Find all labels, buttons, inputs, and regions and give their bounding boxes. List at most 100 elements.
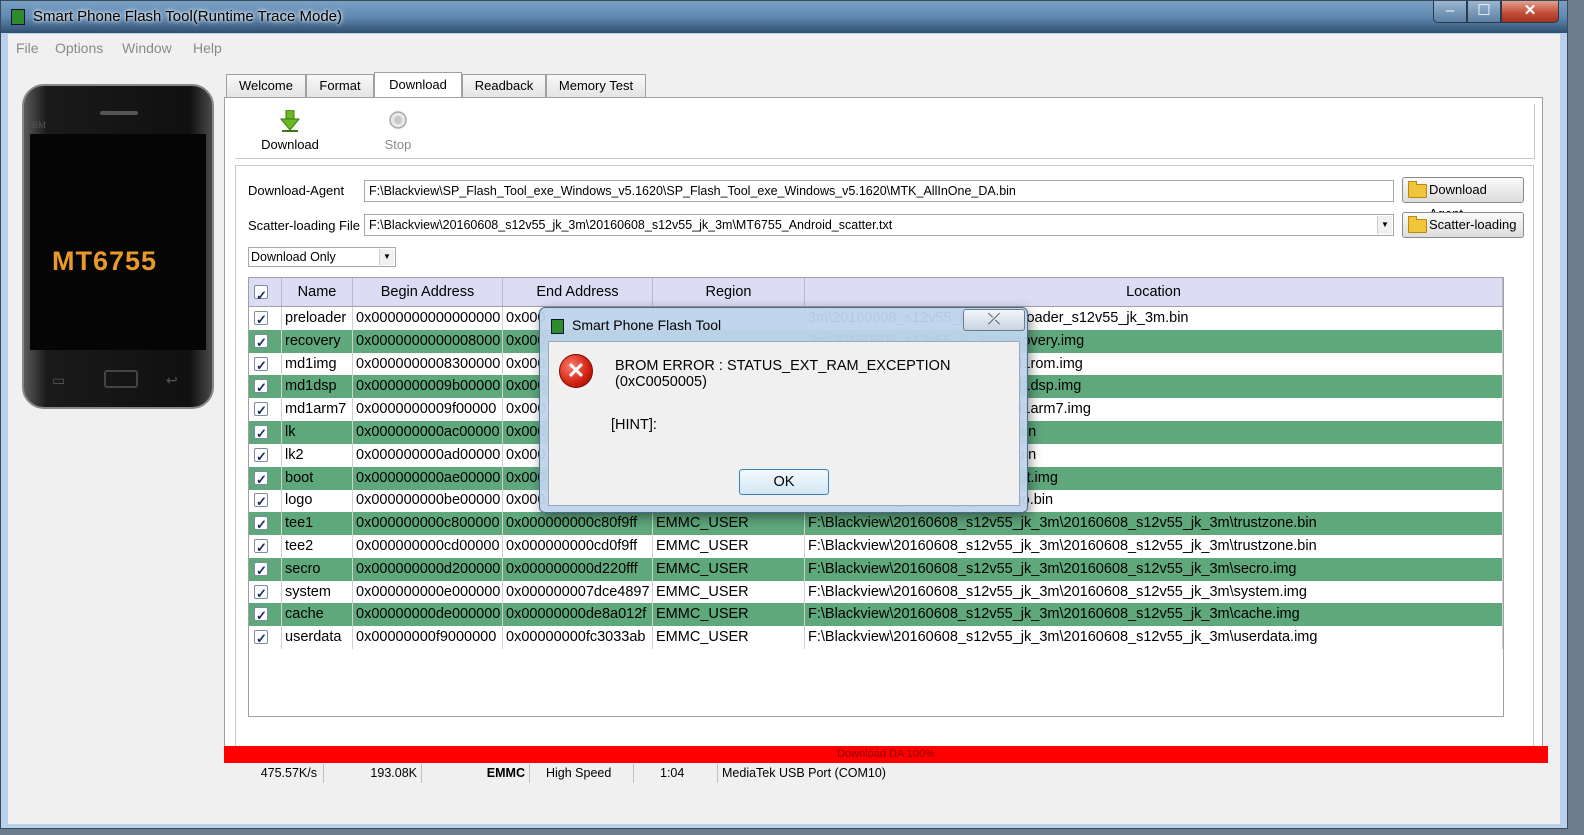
folder-icon <box>1408 216 1427 233</box>
download-button[interactable]: Download <box>255 110 325 156</box>
stop-button[interactable]: Stop <box>363 110 433 156</box>
select-all-header[interactable] <box>249 278 282 310</box>
status-speed: 475.57K/s <box>224 764 324 783</box>
header-begin-address[interactable]: Begin Address <box>353 278 503 306</box>
header-name[interactable]: Name <box>282 278 353 306</box>
ok-button[interactable]: OK <box>739 469 829 495</box>
menu-file[interactable]: File <box>16 40 39 56</box>
row-checkbox-cell <box>249 421 282 444</box>
back-key-icon: ↩ <box>166 372 178 388</box>
download-mode-select[interactable]: Download Only ▼ <box>248 247 396 267</box>
minimize-button[interactable]: – <box>1433 1 1467 23</box>
cell-location: F:\Blackview\20160608_s12v55_jk_3m\20160… <box>805 603 1503 627</box>
cell-name: md1img <box>282 352 353 376</box>
cell-region: EMMC_USER <box>653 603 805 627</box>
header-region[interactable]: Region <box>653 278 805 306</box>
row-checkbox-cell <box>249 489 282 513</box>
hint-label: [HINT]: <box>611 417 657 433</box>
cell-begin: 0x000000000d200000 <box>353 557 503 581</box>
menu-options[interactable]: Options <box>55 40 103 56</box>
phone-brand: BM <box>32 120 47 130</box>
row-checkbox[interactable] <box>254 490 268 512</box>
row-checkbox[interactable] <box>254 331 268 353</box>
cell-begin: 0x000000000e000000 <box>353 580 503 604</box>
cell-begin: 0x0000000000008000 <box>353 329 503 353</box>
cell-name: md1arm7 <box>282 398 353 422</box>
dialog-title: Smart Phone Flash Tool <box>572 317 722 333</box>
header-location[interactable]: Location <box>805 278 1503 306</box>
menu-help[interactable]: Help <box>193 40 222 56</box>
cell-begin: 0x000000000ae00000 <box>353 466 503 490</box>
menu-window[interactable]: Window <box>122 40 172 56</box>
tab-download[interactable]: Download <box>374 72 462 98</box>
cell-end: 0x00000000de8a012f <box>503 603 653 627</box>
download-arrow-icon <box>280 110 300 132</box>
row-checkbox[interactable] <box>254 376 268 398</box>
menu-bar: File Options Window Help <box>8 34 1560 60</box>
row-checkbox[interactable] <box>254 604 268 626</box>
maximize-button[interactable]: ☐ <box>1467 1 1501 23</box>
row-checkbox[interactable] <box>254 354 268 376</box>
cell-begin: 0x00000000f9000000 <box>353 626 503 650</box>
cell-begin: 0x000000000c800000 <box>353 512 503 536</box>
row-checkbox-cell <box>249 398 282 422</box>
home-key-icon <box>104 370 138 388</box>
tab-format[interactable]: Format <box>306 74 374 97</box>
table-row[interactable]: tee20x000000000cd000000x000000000cd0f9ff… <box>249 535 1503 558</box>
cell-location: F:\Blackview\20160608_s12v55_jk_3m\20160… <box>805 580 1503 604</box>
table-row[interactable]: tee10x000000000c8000000x000000000c80f9ff… <box>249 512 1503 536</box>
cell-name: logo <box>282 489 353 513</box>
table-row[interactable]: secro0x000000000d2000000x000000000d220ff… <box>249 557 1503 581</box>
toolbar: Download Stop <box>235 104 1535 159</box>
table-row[interactable]: userdata0x00000000f90000000x00000000fc30… <box>249 626 1503 650</box>
row-checkbox[interactable] <box>254 627 268 649</box>
row-checkbox[interactable] <box>254 399 268 421</box>
cell-begin: 0x0000000000000000 <box>353 307 503 330</box>
row-checkbox-cell <box>249 580 282 604</box>
table-row[interactable]: system0x000000000e0000000x000000007dce48… <box>249 580 1503 604</box>
scatter-file-combo[interactable]: F:\Blackview\20160608_s12v55_jk_3m\20160… <box>364 214 1394 236</box>
table-row[interactable]: cache0x00000000de0000000x00000000de8a012… <box>249 603 1503 627</box>
row-checkbox[interactable] <box>254 559 268 581</box>
row-checkbox[interactable] <box>254 445 268 467</box>
row-checkbox[interactable] <box>254 468 268 490</box>
cell-name: tee1 <box>282 512 353 536</box>
cell-end: 0x00000000fc3033ab <box>503 626 653 650</box>
chevron-down-icon[interactable]: ▼ <box>1377 216 1392 234</box>
download-agent-field[interactable]: F:\Blackview\SP_Flash_Tool_exe_Windows_v… <box>364 180 1394 202</box>
row-checkbox[interactable] <box>254 422 268 444</box>
row-checkbox-cell <box>249 375 282 399</box>
cell-name: system <box>282 580 353 604</box>
progress-bar: Download DA 100% <box>224 746 1548 763</box>
row-checkbox[interactable] <box>254 513 268 535</box>
select-all-checkbox[interactable] <box>254 282 268 310</box>
row-checkbox[interactable] <box>254 308 268 330</box>
row-checkbox-cell <box>249 557 282 581</box>
title-bar[interactable]: Smart Phone Flash Tool(Runtime Trace Mod… <box>1 1 1567 33</box>
tab-readback[interactable]: Readback <box>462 74 546 97</box>
cell-begin: 0x0000000009f00000 <box>353 398 503 422</box>
row-checkbox-cell <box>249 512 282 536</box>
cell-begin: 0x000000000cd00000 <box>353 535 503 558</box>
cell-region: EMMC_USER <box>653 557 805 581</box>
download-agent-button[interactable]: Download Agent <box>1402 177 1524 221</box>
cell-begin: 0x000000000ac00000 <box>353 421 503 444</box>
header-end-address[interactable]: End Address <box>503 278 653 306</box>
folder-icon <box>1408 181 1427 198</box>
cell-region: EMMC_USER <box>653 535 805 558</box>
close-button[interactable]: ✕ <box>1501 1 1559 23</box>
scatter-file-value: F:\Blackview\20160608_s12v55_jk_3m\20160… <box>369 218 893 232</box>
row-checkbox[interactable] <box>254 536 268 558</box>
progress-label: Download DA 100% <box>837 748 935 760</box>
tab-memory-test[interactable]: Memory Test <box>546 74 646 97</box>
download-label: Download <box>261 137 319 152</box>
stop-label: Stop <box>384 137 412 152</box>
row-checkbox-cell <box>249 535 282 558</box>
cell-end: 0x000000000cd0f9ff <box>503 535 653 558</box>
chip-label: MT6755 <box>52 246 158 276</box>
row-checkbox[interactable] <box>254 582 268 604</box>
tab-welcome[interactable]: Welcome <box>226 74 306 97</box>
dialog-close-button[interactable]: ⤫ <box>963 309 1025 331</box>
scatter-loading-button[interactable]: Scatter-loading <box>1402 212 1524 238</box>
chevron-down-icon[interactable]: ▼ <box>379 249 394 265</box>
